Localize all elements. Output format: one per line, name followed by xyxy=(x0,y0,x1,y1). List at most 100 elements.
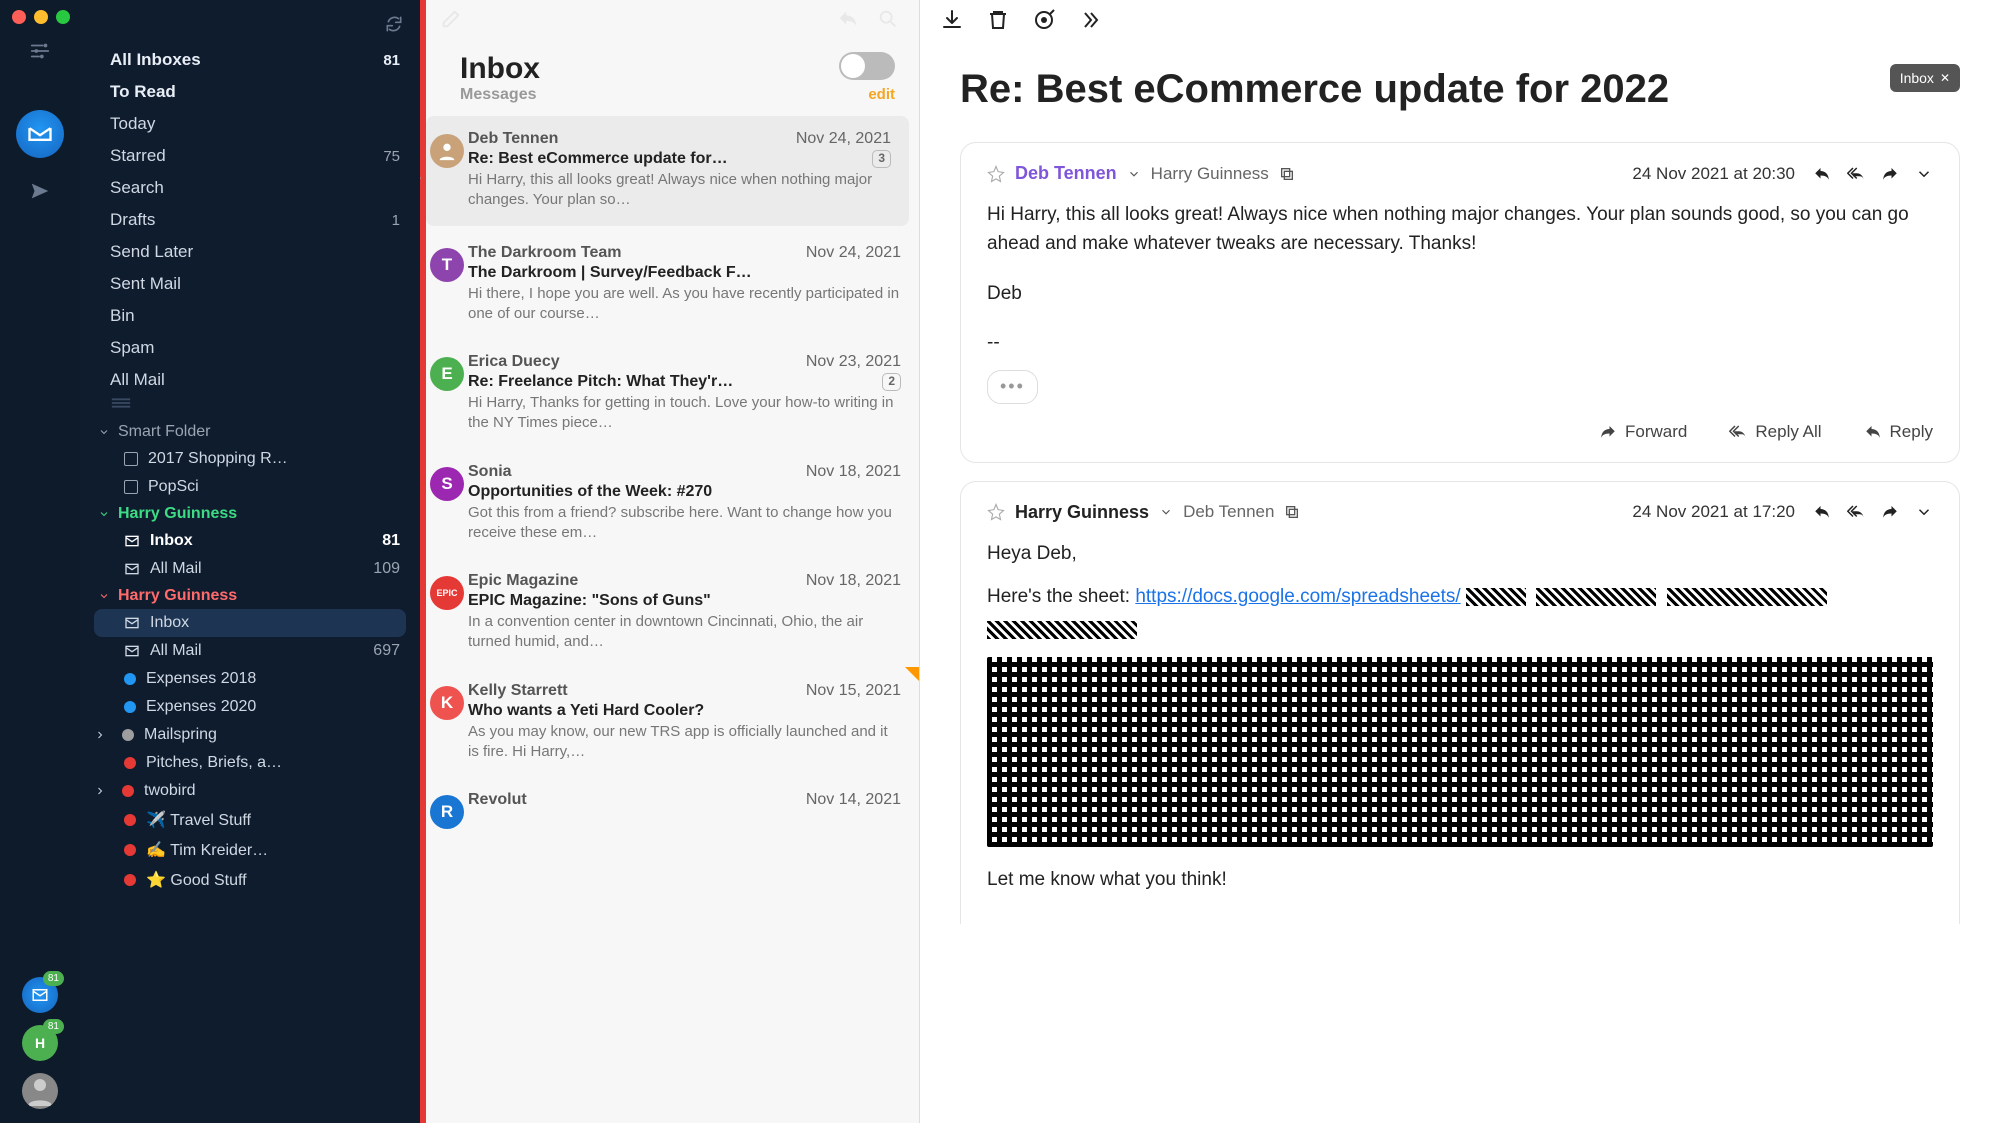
sidebar-item-all-inboxes[interactable]: All Inboxes81 xyxy=(80,44,420,76)
message-subject: The Darkroom | Survey/Feedback F… xyxy=(468,264,752,282)
folder-row[interactable]: Inbox81 xyxy=(80,527,420,555)
reply-icon[interactable] xyxy=(837,8,859,30)
sidebar-item-today[interactable]: Today xyxy=(80,108,420,140)
app-logo[interactable] xyxy=(16,110,64,158)
settings-sliders-icon[interactable] xyxy=(29,40,51,62)
sync-icon[interactable] xyxy=(384,14,404,34)
sidebar-drag-handle[interactable] xyxy=(80,396,110,413)
snooze-icon[interactable] xyxy=(1032,8,1056,32)
sender-details-icon[interactable] xyxy=(1159,505,1173,519)
sidebar-item-bin[interactable]: Bin xyxy=(80,300,420,332)
sender-avatar: S xyxy=(430,467,464,501)
folder-row[interactable]: Pitches, Briefs, a… xyxy=(80,749,420,777)
card-reply-icon[interactable] xyxy=(1813,503,1831,521)
folder-row[interactable]: Expenses 2020 xyxy=(80,693,420,721)
folder-row[interactable]: ⭐ Good Stuff xyxy=(80,865,420,895)
message-row[interactable]: EPIC Epic MagazineNov 18, 2021 EPIC Maga… xyxy=(420,558,919,668)
star-icon[interactable] xyxy=(987,503,1005,521)
message-sender: Sonia xyxy=(468,463,512,481)
search-icon[interactable] xyxy=(877,8,899,30)
card-expand-icon[interactable] xyxy=(1915,503,1933,521)
forward-button[interactable]: Forward xyxy=(1599,422,1687,442)
folder-row[interactable]: ✍️ Tim Kreider… xyxy=(80,835,420,865)
sidebar-item-all-mail[interactable]: All Mail xyxy=(80,364,420,396)
folder-row[interactable]: Mailspring xyxy=(80,721,420,749)
message-row[interactable]: R RevolutNov 14, 2021 xyxy=(420,777,919,828)
sidebar-item-to-read[interactable]: To Read xyxy=(80,76,420,108)
message-row[interactable]: S SoniaNov 18, 2021 Opportunities of the… xyxy=(420,449,919,559)
sender-avatar xyxy=(430,134,464,168)
sheet-link[interactable]: https://docs.google.com/spreadsheets/ xyxy=(1135,586,1460,607)
window-close[interactable] xyxy=(12,10,26,24)
message-subject: Opportunities of the Week: #270 xyxy=(468,483,712,501)
message-subject: EPIC Magazine: "Sons of Guns" xyxy=(468,592,711,610)
compose-icon[interactable] xyxy=(440,8,462,30)
sidebar-item-sent-mail[interactable]: Sent Mail xyxy=(80,268,420,300)
account-header-2[interactable]: Harry Guinness xyxy=(80,583,420,609)
card-replyall-icon[interactable] xyxy=(1847,165,1865,183)
sidebar-item-spam[interactable]: Spam xyxy=(80,332,420,364)
sidebar-item-send-later[interactable]: Send Later xyxy=(80,236,420,268)
copy-recipients-icon[interactable] xyxy=(1284,504,1300,520)
account-switch-2[interactable]: H 81 xyxy=(22,1025,58,1061)
delete-icon[interactable] xyxy=(986,8,1010,32)
message-sender: Epic Magazine xyxy=(468,572,578,590)
redacted-block xyxy=(987,657,1933,847)
message-row[interactable]: K Kelly StarrettNov 15, 2021 Who wants a… xyxy=(420,668,919,778)
archive-download-icon[interactable] xyxy=(940,8,964,32)
folder-row[interactable]: Expenses 2018 xyxy=(80,665,420,693)
sender-name[interactable]: Harry Guinness xyxy=(1015,502,1149,523)
message-preview: Hi Harry, this all looks great! Always n… xyxy=(468,170,891,211)
message-row[interactable]: Deb TennenNov 24, 2021 Re: Best eCommerc… xyxy=(426,116,909,226)
smart-folder-header[interactable]: Smart Folder xyxy=(80,419,420,445)
account-switch-3[interactable] xyxy=(22,1073,58,1109)
chip-remove-icon[interactable]: ✕ xyxy=(1940,71,1950,85)
sender-avatar: E xyxy=(430,357,464,391)
edit-link[interactable]: edit xyxy=(868,86,895,103)
sender-details-icon[interactable] xyxy=(1127,167,1141,181)
message-row[interactable]: T The Darkroom TeamNov 24, 2021 The Dark… xyxy=(420,230,919,340)
card-forward-icon[interactable] xyxy=(1881,165,1899,183)
folder-row[interactable]: twobird xyxy=(80,777,420,805)
sidebar-item-drafts[interactable]: Drafts1 xyxy=(80,204,420,236)
message-card: Harry Guinness Deb Tennen 24 Nov 2021 at… xyxy=(960,481,1960,925)
message-list-pane: Inbox Messages edit Deb TennenNov 24, 20… xyxy=(420,0,920,1123)
account-switch-1[interactable]: 81 xyxy=(22,977,58,1013)
recipient-name: Deb Tennen xyxy=(1183,502,1274,522)
recipient-name: Harry Guinness xyxy=(1151,164,1269,184)
folder-row[interactable]: Inbox xyxy=(94,609,406,637)
more-actions-icon[interactable] xyxy=(1078,8,1102,32)
window-zoom[interactable] xyxy=(56,10,70,24)
filter-toggle[interactable] xyxy=(839,52,895,80)
sender-name[interactable]: Deb Tennen xyxy=(1015,163,1117,184)
mailbox-icon xyxy=(124,533,140,549)
folder-row[interactable]: ✈️ Travel Stuff xyxy=(80,805,420,835)
smart-folder-item[interactable]: PopSci xyxy=(80,473,420,501)
message-date: Nov 18, 2021 xyxy=(806,572,901,590)
card-forward-icon[interactable] xyxy=(1881,503,1899,521)
message-card: Deb Tennen Harry Guinness 24 Nov 2021 at… xyxy=(960,142,1960,463)
account-header-1[interactable]: Harry Guinness xyxy=(80,501,420,527)
message-date: 24 Nov 2021 at 17:20 xyxy=(1632,502,1795,522)
smart-folder-item[interactable]: 2017 Shopping R… xyxy=(80,445,420,473)
mailbox-icon xyxy=(124,561,140,577)
thread-count-badge: 2 xyxy=(882,373,901,391)
copy-recipients-icon[interactable] xyxy=(1279,166,1295,182)
sidebar-item-starred[interactable]: Starred75 xyxy=(80,140,420,172)
folder-row[interactable]: All Mail697 xyxy=(80,637,420,665)
reply-all-button[interactable]: Reply All xyxy=(1729,422,1821,442)
window-minimize[interactable] xyxy=(34,10,48,24)
folder-row[interactable]: All Mail109 xyxy=(80,555,420,583)
sidebar-item-search[interactable]: Search xyxy=(80,172,420,204)
card-expand-icon[interactable] xyxy=(1915,165,1933,183)
card-reply-icon[interactable] xyxy=(1813,165,1831,183)
message-row[interactable]: E Erica DuecyNov 23, 2021 Re: Freelance … xyxy=(420,339,919,449)
reply-button[interactable]: Reply xyxy=(1864,422,1933,442)
star-icon[interactable] xyxy=(987,165,1005,183)
card-replyall-icon[interactable] xyxy=(1847,503,1865,521)
folder-chip[interactable]: Inbox✕ xyxy=(1890,64,1960,92)
show-trimmed-button[interactable]: ••• xyxy=(987,370,1038,404)
thread-title: Re: Best eCommerce update for 2022 xyxy=(960,64,1669,114)
send-icon[interactable] xyxy=(29,180,51,202)
color-dot xyxy=(122,785,134,797)
